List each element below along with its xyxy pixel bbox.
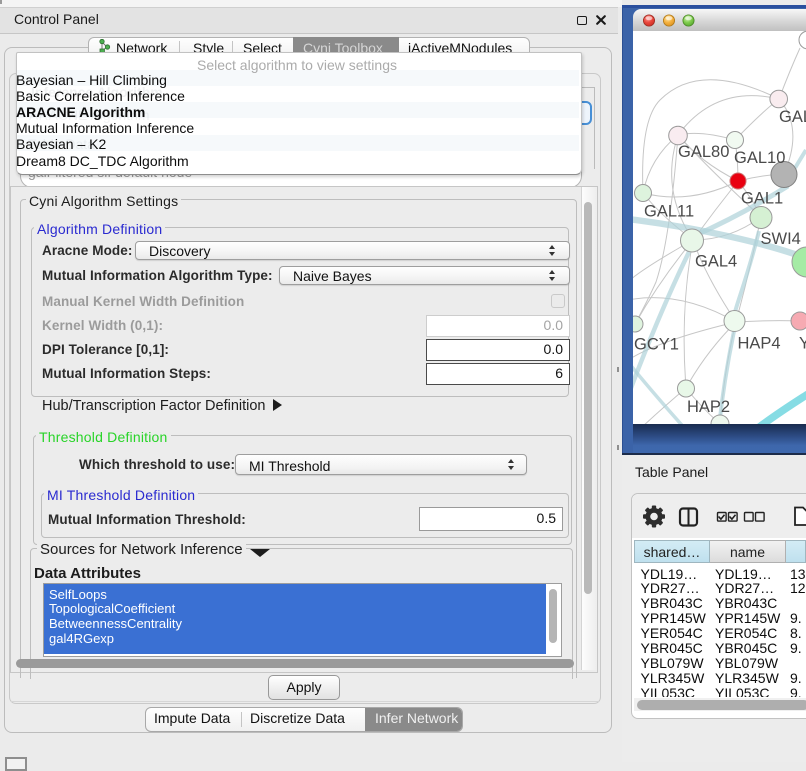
- svg-text:GAL1: GAL1: [741, 190, 783, 208]
- svg-text:GAL4: GAL4: [695, 253, 737, 271]
- svg-text:GCY1: GCY1: [634, 336, 679, 354]
- svg-text:YJ: YJ: [799, 335, 806, 353]
- svg-text:SWI4: SWI4: [761, 230, 801, 248]
- svg-text:HAP4: HAP4: [738, 335, 781, 353]
- svg-text:GAL11: GAL11: [644, 203, 694, 221]
- svg-text:GAL7: GAL7: [779, 108, 806, 126]
- svg-text:GAL10: GAL10: [734, 149, 785, 167]
- svg-text:HAP2: HAP2: [687, 398, 730, 416]
- svg-text:GAL80: GAL80: [678, 143, 729, 161]
